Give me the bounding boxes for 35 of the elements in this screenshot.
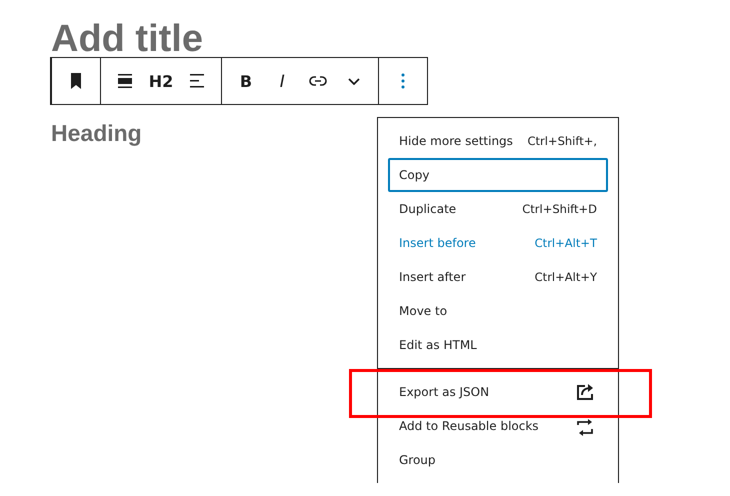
format-button[interactable]: I bbox=[264, 63, 300, 99]
bookmark-icon bbox=[70, 72, 82, 90]
menu-item[interactable]: Copy bbox=[388, 158, 608, 192]
menu-item[interactable]: Export as JSON bbox=[388, 375, 608, 409]
menu-item-label: Edit as HTML bbox=[399, 338, 477, 352]
chevron-down-icon bbox=[348, 78, 360, 84]
full-width-align-icon bbox=[117, 73, 133, 89]
menu-item[interactable]: Add to Reusable blocks bbox=[388, 409, 608, 443]
menu-item-label: Hide more settings bbox=[399, 134, 513, 148]
menu-item-label: Group bbox=[399, 453, 436, 467]
heading-block[interactable]: Heading bbox=[51, 119, 142, 147]
keyboard-shortcut: Ctrl+Alt+Y bbox=[534, 270, 597, 284]
more-options-icon bbox=[401, 73, 405, 89]
menu-item-label: Insert before bbox=[399, 236, 476, 250]
menu-item-label: Export as JSON bbox=[399, 385, 490, 399]
link-icon bbox=[309, 76, 327, 86]
menu-item-label: Insert after bbox=[399, 270, 466, 284]
menu-item[interactable]: Duplicate Ctrl+Shift+D bbox=[388, 192, 608, 226]
format-button[interactable]: H2 bbox=[143, 63, 179, 99]
menu-item-label: Move to bbox=[399, 304, 448, 318]
menu-item[interactable]: Hide more settings Ctrl+Shift+, bbox=[388, 124, 608, 158]
text-align-icon bbox=[189, 73, 205, 89]
keyboard-shortcut: Ctrl+Alt+T bbox=[534, 236, 597, 250]
menu-item[interactable]: Insert after Ctrl+Alt+Y bbox=[388, 260, 608, 294]
keyboard-shortcut: Ctrl+Shift+, bbox=[527, 134, 597, 148]
menu-item-label: Duplicate bbox=[399, 202, 456, 216]
menu-item-label: Copy bbox=[399, 168, 430, 182]
format-button[interactable]: B bbox=[228, 63, 264, 99]
keyboard-shortcut: Ctrl+Shift+D bbox=[522, 202, 597, 216]
post-title[interactable]: Add title bbox=[51, 22, 203, 56]
menu-item[interactable]: Edit as HTML bbox=[388, 328, 608, 362]
menu-item[interactable]: Group bbox=[388, 443, 608, 477]
menu-item[interactable]: Insert before Ctrl+Alt+T bbox=[388, 226, 608, 260]
menu-item[interactable]: Move to bbox=[388, 294, 608, 328]
menu-item-label: Add to Reusable blocks bbox=[399, 419, 539, 433]
